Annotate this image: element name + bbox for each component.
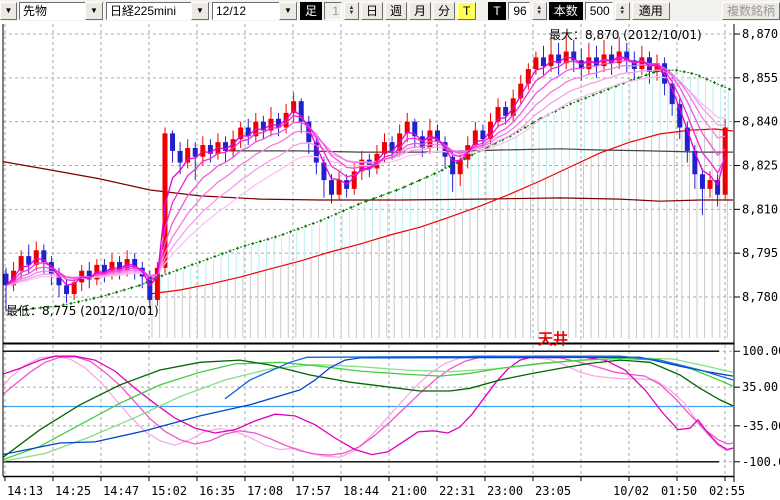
symbol-value: 日経225mini [110,2,191,19]
svg-text:14:25: 14:25 [55,484,91,498]
chart-canvas[interactable]: 8,870 8,855 8,840 8,825 8,810 8,795 8,780 100.0… [0,21,780,500]
svg-text:100.00: 100.00 [742,344,780,358]
svg-text:02:55: 02:55 [709,484,745,498]
svg-text:15:02: 15:02 [151,484,187,498]
svg-text:8,855: 8,855 [742,71,778,85]
svg-text:16:35: 16:35 [199,484,235,498]
period-week-button[interactable]: 週 [385,2,407,20]
ema-ribbon [6,56,725,285]
svg-text:35.00: 35.00 [742,380,778,394]
symbol-select[interactable]: 日経225mini ▼ [106,2,210,20]
interval-input[interactable]: 1 [324,2,342,20]
svg-text:22:31: 22:31 [439,484,475,498]
svg-text:8,825: 8,825 [742,159,778,173]
chevron-down-icon[interactable]: ▼ [191,2,209,20]
category-value: 先物 [23,2,85,19]
chevron-down-icon: ▼ [5,6,13,15]
period-month-button[interactable]: 月 [409,2,431,20]
svg-text:10/02: 10/02 [613,484,649,498]
honsuu-label-button[interactable]: 本数 [549,2,583,20]
svg-text:17:57: 17:57 [295,484,331,498]
chevron-down-icon[interactable]: ▼ [85,2,103,20]
tick-toggle-button[interactable]: T [457,2,476,20]
bars-input[interactable]: 96 [508,2,530,20]
svg-text:-100.00: -100.00 [742,455,780,469]
chart-toolbar: ▼ 先物 ▼ 日経225mini ▼ 12/12 ▼ 足 1 ▲▼ 日 週 月 … [0,0,780,21]
svg-text:8,870: 8,870 [742,27,778,41]
toolbar-collapse-button[interactable]: ▼ [0,2,17,20]
tick-mode-button[interactable]: T [488,2,505,20]
contract-month-value: 12/12 [216,4,279,18]
svg-text:14:13: 14:13 [7,484,43,498]
apply-button[interactable]: 適用 [632,2,670,20]
main-price-panel [0,34,733,338]
svg-text:14:47: 14:47 [103,484,139,498]
svg-text:23:05: 23:05 [535,484,571,498]
svg-text:18:44: 18:44 [343,484,379,498]
gridlines [3,24,734,476]
rci-dark-green [0,360,733,460]
svg-text:01:50: 01:50 [661,484,697,498]
multi-symbol-button[interactable]: 複数銘柄 [722,2,780,20]
count-spinner[interactable]: ▲▼ [615,2,630,20]
svg-text:8,810: 8,810 [742,202,778,216]
interval-spinner[interactable]: ▲▼ [344,2,359,20]
bars-spinner[interactable]: ▲▼ [532,2,547,20]
count-input[interactable]: 500 [585,2,613,20]
svg-text:8,795: 8,795 [742,246,778,260]
category-select[interactable]: 先物 ▼ [19,2,104,20]
period-day-button[interactable]: 日 [361,2,383,20]
chart-area[interactable]: 8,870 8,855 8,840 8,825 8,810 8,795 8,780 100.0… [0,21,780,500]
axis-labels: 8,870 8,855 8,840 8,825 8,810 8,795 8,780 100.0… [7,27,780,498]
svg-text:8,780: 8,780 [742,290,778,304]
ashi-label-button[interactable]: 足 [300,2,322,20]
svg-text:8,840: 8,840 [742,115,778,129]
chevron-down-icon[interactable]: ▼ [279,2,297,20]
svg-text:21:00: 21:00 [391,484,427,498]
oscillator-panel [0,351,733,462]
spinner-down-icon: ▼ [536,11,542,16]
svg-text:17:08: 17:08 [247,484,283,498]
period-minute-button[interactable]: 分 [433,2,455,20]
osc-blue-short [225,356,733,399]
contract-month-select[interactable]: 12/12 ▼ [212,2,298,20]
trading-app-window: ▼ 先物 ▼ 日経225mini ▼ 12/12 ▼ 足 1 ▲▼ 日 週 月 … [0,0,780,500]
spinner-down-icon: ▼ [349,11,355,16]
spinner-down-icon: ▼ [619,11,625,16]
svg-text:-35.00: -35.00 [742,419,780,433]
svg-text:23:00: 23:00 [487,484,523,498]
green-ma-markers [17,69,732,312]
